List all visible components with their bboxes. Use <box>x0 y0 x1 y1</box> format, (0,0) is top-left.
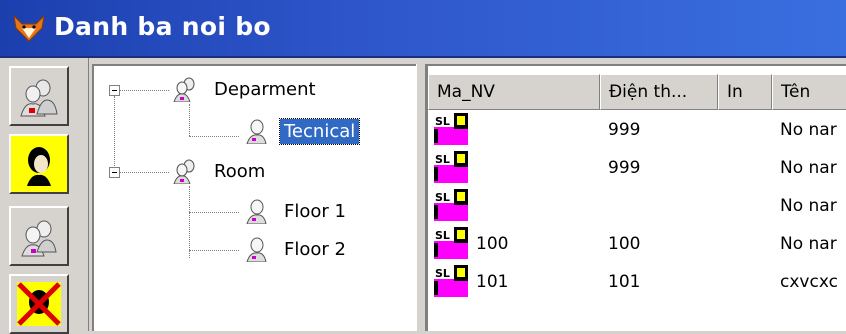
group-button[interactable] <box>9 66 69 126</box>
cell-dien-thoai: 999 <box>608 158 641 178</box>
table-row[interactable]: SL 999 No nar <box>428 148 846 186</box>
cell-dien-thoai: 101 <box>608 272 641 292</box>
person-node-icon <box>246 199 267 224</box>
people-pair-icon <box>21 220 57 257</box>
group-people-icon <box>20 79 58 117</box>
row-icon-text: SL <box>435 229 450 242</box>
cell-ten: No nar <box>780 158 837 178</box>
group-node-icon <box>173 77 195 102</box>
remove-person-button[interactable] <box>9 274 69 334</box>
employee-status-icon: SL <box>434 227 468 259</box>
cell-ten: No nar <box>780 120 837 140</box>
tree-label-floor-2: Floor 2 <box>284 238 346 260</box>
tree-label-room: Room <box>214 160 266 182</box>
cell-ten: No nar <box>780 234 837 254</box>
group-node-icon <box>173 159 195 184</box>
table-row[interactable]: SL 999 No nar <box>428 110 846 148</box>
person-removed-icon <box>17 282 61 326</box>
cell-dien-thoai: 100 <box>608 234 641 254</box>
row-icon-text: SL <box>435 191 450 204</box>
row-icon-text: SL <box>435 115 450 128</box>
tree-node-tecnical[interactable]: Tecnical <box>242 117 361 145</box>
collapse-room-toggle[interactable] <box>109 167 120 178</box>
person-node-icon <box>246 237 267 262</box>
table-row[interactable]: SL No nar <box>428 186 846 224</box>
person-node-icon <box>246 119 267 144</box>
tree-node-room[interactable]: Room <box>172 158 269 184</box>
cell-ten: No nar <box>780 196 837 216</box>
department-tree[interactable]: Deparment Tecnical Room Floor 1 Floor 2 <box>92 64 416 331</box>
employee-status-icon: SL <box>434 113 468 145</box>
tree-label-tecnical: Tecnical <box>278 117 361 145</box>
employee-status-icon: SL <box>434 265 468 297</box>
employee-status-icon: SL <box>434 151 468 183</box>
collapse-department-toggle[interactable] <box>109 85 120 96</box>
fox-head-icon <box>13 14 45 42</box>
window-title: Danh ba noi bo <box>54 12 271 41</box>
row-icon-text: SL <box>435 267 450 280</box>
tree-label-department: Deparment <box>214 78 316 100</box>
row-icon-text: SL <box>435 153 450 166</box>
tree-node-floor-2[interactable]: Floor 2 <box>242 236 350 262</box>
cell-ma-nv: 101 <box>476 272 509 292</box>
person-button[interactable] <box>9 134 69 194</box>
column-header-ma-nv[interactable]: Ma_NV <box>428 74 600 110</box>
cell-dien-thoai: 999 <box>608 120 641 140</box>
cell-ten: cxvcxc <box>780 272 838 292</box>
column-header-ten[interactable]: Tên <box>772 74 846 110</box>
panel-splitter[interactable] <box>416 64 426 331</box>
left-toolbar <box>0 58 89 334</box>
person-head-yellow-icon <box>27 147 51 186</box>
employee-list[interactable]: Ma_NV Điện th... In Tên SL 999 No nar SL 999… <box>426 64 846 331</box>
employee-status-icon: SL <box>434 189 468 221</box>
cell-ma-nv: 100 <box>476 234 509 254</box>
people-button[interactable] <box>9 206 69 266</box>
table-row[interactable]: SL 100 100 No nar <box>428 224 846 262</box>
tree-label-floor-1: Floor 1 <box>284 200 346 222</box>
tree-node-floor-1[interactable]: Floor 1 <box>242 198 350 224</box>
column-header-dien-thoai[interactable]: Điện th... <box>600 74 718 110</box>
table-row[interactable]: SL 101 101 cxvcxc <box>428 262 846 300</box>
column-header-in[interactable]: In <box>718 74 772 110</box>
tree-node-department[interactable]: Deparment <box>172 76 320 102</box>
title-bar[interactable]: Danh ba noi bo <box>0 0 846 58</box>
